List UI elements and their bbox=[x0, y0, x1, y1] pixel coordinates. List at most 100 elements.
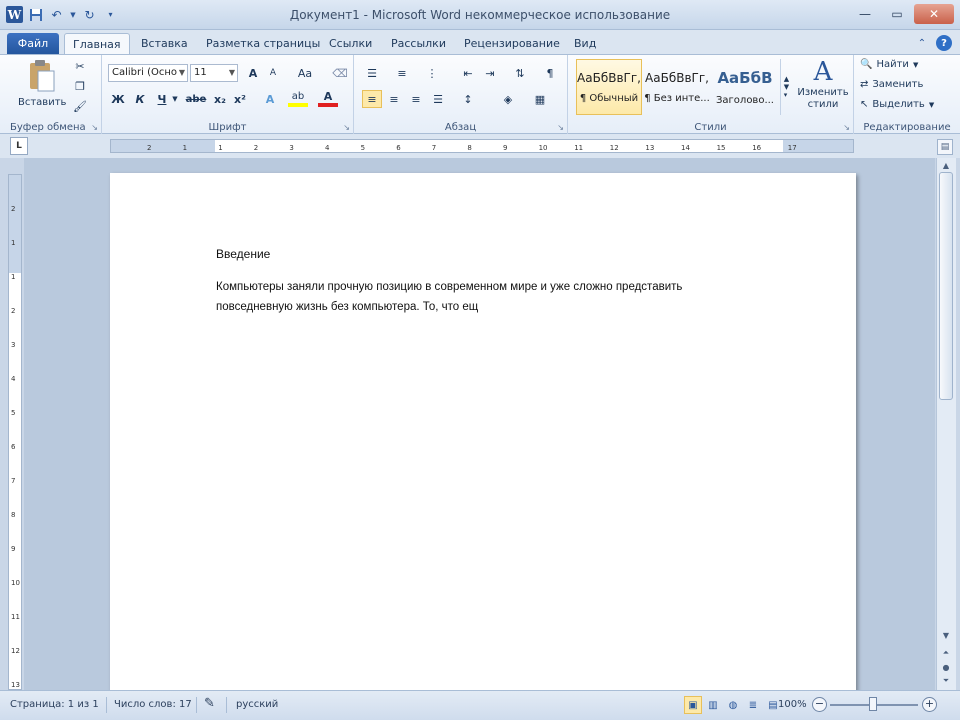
line-spacing-icon[interactable]: ↕ bbox=[458, 90, 478, 108]
clear-formatting-icon[interactable]: ⌫ bbox=[330, 64, 350, 82]
ruler-number: 2 bbox=[11, 205, 16, 213]
borders-icon[interactable]: ▦ bbox=[530, 90, 550, 108]
ruler-number: 3 bbox=[11, 341, 16, 349]
tab-review[interactable]: Рецензирование bbox=[456, 33, 568, 54]
cut-icon[interactable]: ✂ bbox=[70, 57, 90, 75]
tab-insert[interactable]: Вставка bbox=[133, 33, 196, 54]
vertical-ruler[interactable]: 2 1 1 2 3 4 5 6 7 8 9 10 11 12 13 bbox=[8, 174, 22, 690]
styles-launcher-icon[interactable]: ↘ bbox=[843, 123, 850, 132]
ruler-number: 6 bbox=[11, 443, 16, 451]
ruler-number: 17 bbox=[787, 144, 797, 152]
font-launcher-icon[interactable]: ↘ bbox=[343, 123, 350, 132]
paste-button[interactable]: Вставить bbox=[18, 59, 66, 108]
decrease-indent-icon[interactable]: ⇤ bbox=[458, 64, 478, 82]
tab-mailings[interactable]: Рассылки bbox=[383, 33, 454, 54]
document-page[interactable]: Введение Компьютеры заняли прочную позиц… bbox=[110, 173, 856, 690]
multilevel-list-icon[interactable]: ⋮ bbox=[422, 64, 442, 82]
tab-references[interactable]: Ссылки bbox=[321, 33, 380, 54]
outline-view-icon[interactable]: ≣ bbox=[744, 696, 762, 714]
maximize-button[interactable]: ▭ bbox=[882, 4, 912, 24]
italic-button[interactable]: К bbox=[130, 90, 150, 108]
ruler-number: 13 bbox=[645, 144, 655, 152]
zoom-slider-thumb[interactable] bbox=[869, 697, 877, 711]
bullets-icon[interactable]: ☰ bbox=[362, 64, 382, 82]
align-left-icon[interactable]: ≡ bbox=[362, 90, 382, 108]
style-heading1[interactable]: АаБбВ Заголово... bbox=[712, 59, 778, 115]
styles-scroll-icon[interactable]: ▲ ▼ ▾ bbox=[780, 59, 792, 115]
font-name-value: Calibri (Осно bbox=[112, 67, 178, 78]
replace-button[interactable]: ⇄ Заменить bbox=[860, 79, 923, 90]
increase-indent-icon[interactable]: ⇥ bbox=[480, 64, 500, 82]
tab-file[interactable]: Файл bbox=[7, 33, 59, 54]
help-icon[interactable]: ? bbox=[936, 35, 952, 51]
minimize-ribbon-icon[interactable]: ⌃ bbox=[914, 35, 930, 51]
paragraph-group: ☰ ≡ ⋮ ⇤ ⇥ ⇅ ¶ ≡ ≡ ≡ ☰ ↕ ◈ ▦ Абзац ↘ bbox=[354, 55, 568, 135]
grow-font-button[interactable]: A bbox=[243, 64, 263, 82]
tab-home[interactable]: Главная bbox=[64, 33, 130, 54]
ruler-number: 8 bbox=[467, 144, 472, 152]
paragraph-launcher-icon[interactable]: ↘ bbox=[557, 123, 564, 132]
align-right-icon[interactable]: ≡ bbox=[406, 90, 426, 108]
close-button[interactable]: ✕ bbox=[914, 4, 954, 24]
editing-group-label: Редактирование bbox=[863, 122, 951, 133]
view-ruler-icon[interactable]: ▤ bbox=[937, 139, 953, 155]
sort-icon[interactable]: ⇅ bbox=[510, 64, 530, 82]
word-counter[interactable]: Число слов: 17 bbox=[114, 699, 192, 710]
text-effects-button[interactable]: A bbox=[260, 90, 280, 108]
proofing-icon[interactable]: ✎ bbox=[204, 696, 215, 711]
format-painter-icon[interactable]: 🖌 bbox=[70, 97, 90, 115]
clipboard-launcher-icon[interactable]: ↘ bbox=[91, 123, 98, 132]
strikethrough-button[interactable]: abe bbox=[184, 90, 208, 108]
vertical-scrollbar[interactable]: ▲ ▼ ⏶ ● ⏷ bbox=[936, 158, 956, 690]
show-marks-icon[interactable]: ¶ bbox=[540, 64, 560, 82]
horizontal-ruler[interactable]: 2 1 1 2 3 4 5 6 7 8 9 10 11 12 13 14 15 16 17 bbox=[110, 139, 854, 153]
prev-page-icon[interactable]: ⏶ bbox=[939, 646, 953, 660]
select-button[interactable]: ↖ Выделить ▼ bbox=[860, 99, 934, 110]
justify-icon[interactable]: ☰ bbox=[428, 90, 448, 108]
shading-icon[interactable]: ◈ bbox=[498, 90, 518, 108]
ruler-number: 9 bbox=[11, 545, 16, 553]
shrink-font-button[interactable]: A bbox=[263, 64, 283, 82]
tab-selector[interactable]: L bbox=[10, 137, 28, 155]
tab-view[interactable]: Вид bbox=[566, 33, 604, 54]
scroll-down-icon[interactable]: ▼ bbox=[939, 628, 953, 642]
font-name-combo[interactable]: Calibri (Осно ▼ bbox=[108, 64, 188, 82]
language-indicator[interactable]: русский bbox=[236, 699, 278, 710]
align-center-icon[interactable]: ≡ bbox=[384, 90, 404, 108]
scroll-up-icon[interactable]: ▲ bbox=[939, 158, 953, 172]
copy-icon[interactable]: ❐ bbox=[70, 77, 90, 95]
document-paragraph[interactable]: Компьютеры заняли прочную позицию в совр… bbox=[216, 277, 756, 317]
font-size-combo[interactable]: 11 ▼ bbox=[190, 64, 238, 82]
replace-icon: ⇄ bbox=[860, 79, 869, 90]
full-screen-reading-icon[interactable]: ▥ bbox=[704, 696, 722, 714]
underline-button[interactable]: Ч bbox=[152, 90, 172, 108]
zoom-in-button[interactable]: + bbox=[922, 697, 937, 712]
next-page-icon[interactable]: ⏷ bbox=[939, 674, 953, 688]
bold-button[interactable]: Ж bbox=[108, 90, 128, 108]
ruler-number: 4 bbox=[11, 375, 16, 383]
underline-dropdown-icon[interactable]: ▼ bbox=[170, 90, 180, 108]
web-layout-icon[interactable]: ◍ bbox=[724, 696, 742, 714]
document-heading[interactable]: Введение bbox=[216, 247, 270, 261]
zoom-level[interactable]: 100% bbox=[778, 699, 807, 710]
numbering-icon[interactable]: ≡ bbox=[392, 64, 412, 82]
tab-page-layout[interactable]: Разметка страницы bbox=[198, 33, 328, 54]
print-layout-view-icon[interactable]: ▣ bbox=[684, 696, 702, 714]
scroll-thumb[interactable] bbox=[939, 172, 953, 400]
minimize-button[interactable]: — bbox=[850, 4, 880, 24]
style-no-spacing[interactable]: АаБбВвГг, ¶ Без инте... bbox=[644, 59, 710, 115]
subscript-button[interactable]: x₂ bbox=[210, 90, 230, 108]
page-counter[interactable]: Страница: 1 из 1 bbox=[10, 699, 99, 710]
superscript-button[interactable]: x² bbox=[230, 90, 250, 108]
highlight-button[interactable]: ab bbox=[288, 90, 308, 107]
style-normal[interactable]: АаБбВвГг, ¶ Обычный bbox=[576, 59, 642, 115]
font-color-button[interactable]: A bbox=[318, 90, 338, 107]
style-normal-preview: АаБбВвГг, bbox=[577, 70, 641, 85]
find-button[interactable]: 🔍 Найти ▼ bbox=[860, 59, 918, 70]
ruler-number: 15 bbox=[716, 144, 726, 152]
change-case-button[interactable]: Aa bbox=[292, 64, 318, 82]
zoom-out-button[interactable]: − bbox=[812, 697, 827, 712]
browse-object-icon[interactable]: ● bbox=[939, 660, 953, 674]
change-styles-button[interactable]: A Изменить стили bbox=[794, 57, 852, 111]
ruler-number: 2 bbox=[147, 144, 152, 152]
